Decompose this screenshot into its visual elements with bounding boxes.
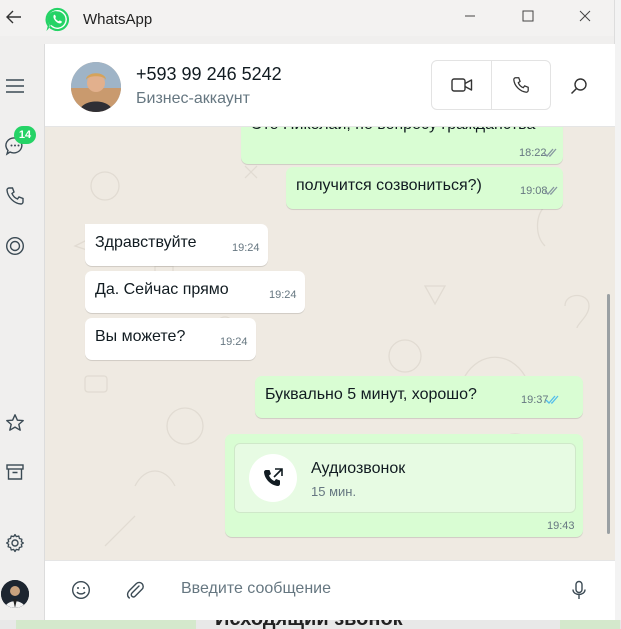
chat-header: +593 99 246 5242 Бизнес-аккаунт <box>45 44 615 127</box>
whatsapp-logo-icon <box>44 6 71 33</box>
contact-name[interactable]: +593 99 246 5242 <box>136 64 282 85</box>
maximize-icon[interactable] <box>516 6 540 26</box>
audio-call-message[interactable]: Аудиозвонок 15 мин. 19:43 <box>225 434 583 537</box>
calls-icon[interactable] <box>2 183 28 209</box>
starred-icon[interactable] <box>2 410 28 436</box>
read-receipt-icon <box>544 186 558 195</box>
microphone-icon[interactable] <box>567 578 591 602</box>
message-list[interactable]: Это Николай, по вопросу гражданства 18:2… <box>45 126 615 560</box>
phone-icon <box>512 77 529 93</box>
background-window-edge <box>614 0 621 629</box>
emoji-icon[interactable] <box>69 578 93 602</box>
chat-panel: +593 99 246 5242 Бизнес-аккаунт 18:22 по… <box>44 44 615 620</box>
outgoing-call-icon <box>249 454 297 502</box>
video-camera-icon <box>450 78 472 92</box>
call-duration: 15 мин. <box>311 484 357 499</box>
unread-count-badge: 14 <box>14 126 36 144</box>
title-bar: WhatsApp <box>0 0 614 36</box>
search-icon[interactable] <box>567 74 591 98</box>
message-bubble-outgoing[interactable]: получится созвониться?) 19:08 <box>286 167 563 209</box>
archive-icon[interactable] <box>2 459 28 485</box>
profile-avatar[interactable] <box>1 580 29 608</box>
message-bubble-incoming[interactable]: Здравствуйте 19:24 <box>85 224 268 266</box>
call-button-group <box>431 60 551 110</box>
message-bubble-incoming[interactable]: Вы можете? 19:24 <box>85 318 256 360</box>
app-title: WhatsApp <box>83 11 153 28</box>
attach-paperclip-icon[interactable] <box>123 578 147 602</box>
call-timestamp: 19:43 <box>547 520 575 532</box>
video-call-button[interactable] <box>432 61 492 109</box>
read-receipt-icon <box>543 148 557 157</box>
message-composer: Введите сообщение <box>45 560 615 620</box>
back-arrow-icon[interactable] <box>4 6 24 28</box>
minimize-icon[interactable] <box>458 6 482 26</box>
read-receipt-icon <box>545 395 559 404</box>
call-title: Аудиозвонок <box>311 460 406 477</box>
background-window-bottom: Исходящий звонок <box>0 620 621 629</box>
status-icon[interactable] <box>2 233 28 259</box>
settings-icon[interactable] <box>2 530 28 556</box>
background-window-text: Исходящий звонок <box>215 620 403 629</box>
contact-subtitle: Бизнес-аккаунт <box>136 90 250 107</box>
message-list-scrollbar[interactable] <box>607 294 610 534</box>
menu-icon[interactable] <box>2 73 28 99</box>
message-bubble-outgoing[interactable]: Это Николай, по вопросу гражданства 18:2… <box>241 126 563 164</box>
contact-avatar[interactable] <box>71 62 121 112</box>
message-input[interactable]: Введите сообщение <box>181 580 331 598</box>
left-navigation-rail: 14 <box>0 36 44 620</box>
message-bubble-outgoing[interactable]: Буквально 5 минут, хорошо? 19:37 <box>255 376 583 418</box>
close-icon[interactable] <box>573 6 597 26</box>
audio-call-details[interactable]: Аудиозвонок 15 мин. <box>234 443 576 513</box>
voice-call-button[interactable] <box>491 61 550 109</box>
message-bubble-incoming[interactable]: Да. Сейчас прямо 19:24 <box>85 271 305 313</box>
